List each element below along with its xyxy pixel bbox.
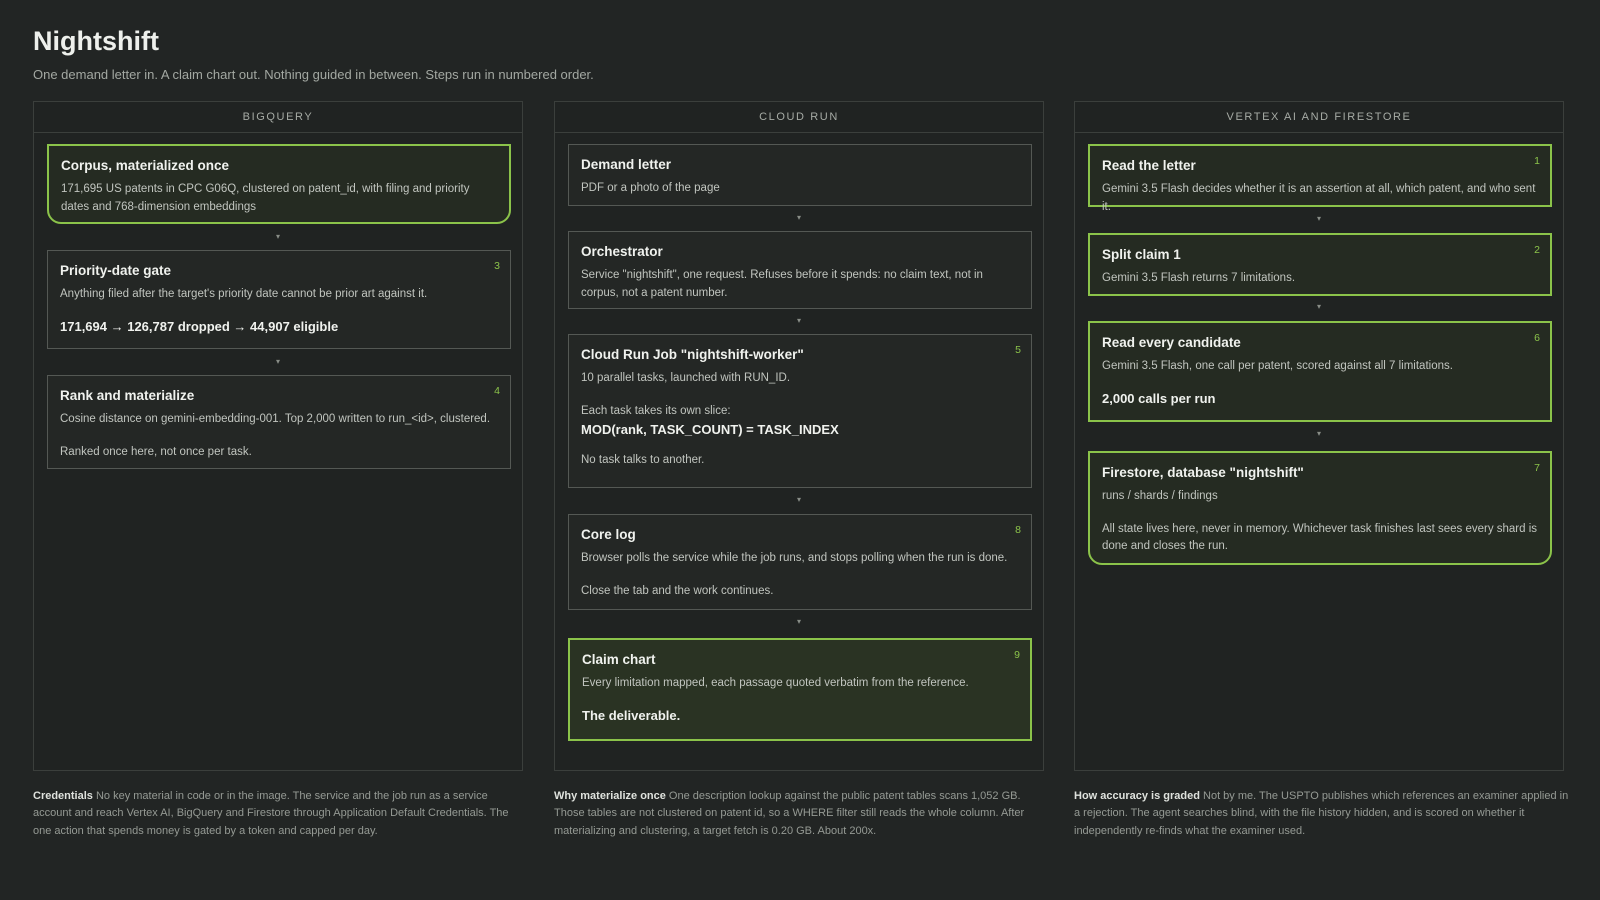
column-cloud-run: CLOUD RUN Demand letter PDF or a photo o…	[554, 101, 1044, 771]
card-title: Demand letter	[581, 157, 672, 172]
card-read-every-candidate: 6 Read every candidate Gemini 3.5 Flash,…	[1088, 321, 1552, 422]
card-title: Read the letter	[1102, 158, 1196, 173]
footnote-accuracy: How accuracy is graded Not by me. The US…	[1074, 788, 1569, 840]
card-title: Cloud Run Job "nightshift-worker"	[581, 347, 804, 362]
footnote-materialize: Why materialize once One description loo…	[554, 788, 1049, 840]
step-number: 8	[1015, 524, 1021, 536]
card-text: Gemini 3.5 Flash returns 7 limitations.	[1102, 272, 1296, 284]
flow-arrow-icon: ▾	[1316, 302, 1321, 311]
column-header-bigquery: BIGQUERY	[34, 102, 522, 133]
footnote-text: No key material in code or in the image.…	[33, 790, 509, 837]
card-title: Claim chart	[582, 652, 656, 667]
card-text: All state lives here, never in memory. W…	[1102, 522, 1538, 553]
card-priority-date-gate: 3 Priority-date gate Anything filed afte…	[47, 250, 511, 349]
flow-arrow-icon: ▾	[275, 232, 280, 241]
step-number: 7	[1534, 462, 1540, 474]
step-number: 1	[1534, 155, 1540, 167]
flow-arrow-icon: ▾	[796, 617, 801, 626]
card-text: Browser polls the service while the job …	[581, 552, 1008, 564]
footnote-lead: Why materialize once	[554, 790, 666, 802]
card-corpus: Corpus, materialized once 171,695 US pat…	[47, 144, 511, 224]
card-text: No task talks to another.	[581, 454, 705, 466]
column-header-vertex-firestore: VERTEX AI AND FIRESTORE	[1075, 102, 1563, 133]
step-number: 2	[1534, 244, 1540, 256]
card-text: Each task takes its own slice:	[581, 404, 731, 417]
card-highlight: 171,694 → 126,787 dropped → 44,907 eligi…	[60, 318, 339, 334]
page: Nightshift One demand letter in. A claim…	[0, 0, 1600, 900]
footnote-lead: Credentials	[33, 790, 93, 802]
card-split-claim: 2 Split claim 1 Gemini 3.5 Flash returns…	[1088, 233, 1552, 296]
card-text: Service "nightshift", one request. Refus…	[581, 269, 983, 299]
card-text: Gemini 3.5 Flash, one call per patent, s…	[1102, 360, 1453, 372]
step-number: 6	[1534, 332, 1540, 344]
card-text: Every limitation mapped, each passage qu…	[582, 677, 969, 689]
card-text: 10 parallel tasks, launched with RUN_ID.	[581, 372, 791, 384]
step-number: 9	[1014, 649, 1020, 661]
card-title: Core log	[581, 527, 636, 542]
card-text: runs / shards / findings	[1102, 490, 1218, 502]
column-header-cloud-run: CLOUD RUN	[555, 102, 1043, 133]
card-formula: MOD(rank, TASK_COUNT) = TASK_INDEX	[581, 422, 839, 437]
card-cloud-run-job: 5 Cloud Run Job "nightshift-worker" 10 p…	[568, 334, 1032, 488]
column-bigquery: BIGQUERY Corpus, materialized once 171,6…	[33, 101, 523, 771]
card-demand-letter: Demand letter PDF or a photo of the page	[568, 144, 1032, 206]
card-claim-chart: 9 Claim chart Every limitation mapped, e…	[568, 638, 1032, 741]
card-rank-and-materialize: 4 Rank and materialize Cosine distance o…	[47, 375, 511, 469]
card-firestore: 7 Firestore, database "nightshift" runs …	[1088, 451, 1552, 565]
step-number: 5	[1015, 344, 1021, 356]
card-highlight: 2,000 calls per run	[1102, 390, 1216, 406]
card-title: Orchestrator	[581, 244, 663, 259]
card-text: Anything filed after the target's priori…	[60, 288, 428, 300]
column-vertex-firestore: VERTEX AI AND FIRESTORE 1 Read the lette…	[1074, 101, 1564, 771]
flow-arrow-icon: ▾	[1316, 429, 1321, 438]
card-title: Priority-date gate	[60, 263, 172, 278]
card-text: Close the tab and the work continues.	[581, 584, 774, 597]
card-title: Corpus, materialized once	[61, 158, 230, 173]
flow-arrow-icon: ▾	[796, 495, 801, 504]
card-text: PDF or a photo of the page	[581, 182, 720, 194]
footnote-lead: How accuracy is graded	[1074, 790, 1200, 802]
card-text: 171,695 US patents in CPC G06Q, clustere…	[61, 183, 470, 213]
card-orchestrator: Orchestrator Service "nightshift", one r…	[568, 231, 1032, 309]
card-title: Split claim 1	[1102, 247, 1181, 262]
page-title: Nightshift	[33, 26, 159, 56]
card-text: Gemini 3.5 Flash decides whether it is a…	[1102, 183, 1536, 213]
card-title: Rank and materialize	[60, 388, 195, 403]
step-number: 3	[494, 260, 500, 272]
flow-arrow-icon: ▾	[796, 316, 801, 325]
card-highlight: The deliverable.	[582, 707, 681, 723]
page-subtitle: One demand letter in. A claim chart out.…	[33, 67, 594, 82]
card-title: Firestore, database "nightshift"	[1102, 465, 1304, 480]
flow-arrow-icon: ▾	[275, 357, 280, 366]
step-number: 4	[494, 385, 500, 397]
card-text: Cosine distance on gemini-embedding-001.…	[60, 413, 491, 425]
flow-arrow-icon: ▾	[1316, 214, 1321, 223]
footnote-credentials: Credentials No key material in code or i…	[33, 788, 528, 840]
card-title: Read every candidate	[1102, 335, 1241, 350]
card-core-log: 8 Core log Browser polls the service whi…	[568, 514, 1032, 610]
card-read-the-letter: 1 Read the letter Gemini 3.5 Flash decid…	[1088, 144, 1552, 213]
flow-arrow-icon: ▾	[796, 213, 801, 222]
card-text: Ranked once here, not once per task.	[60, 445, 252, 458]
